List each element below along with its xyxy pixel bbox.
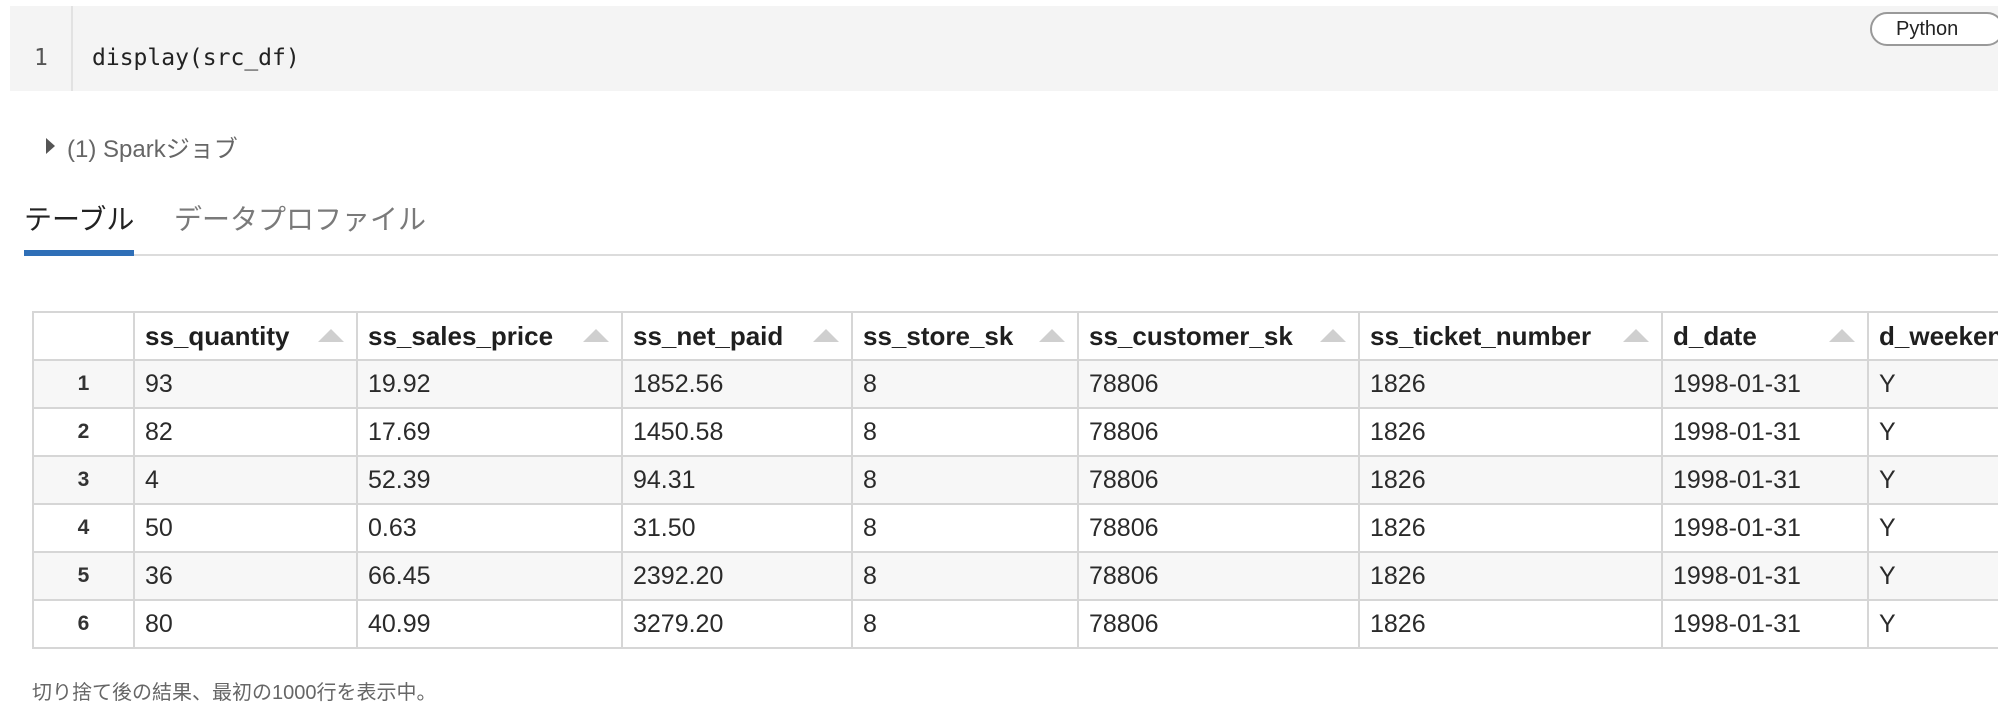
table-cell[interactable]: 1826	[1358, 455, 1663, 505]
column-header-label: ss_customer_sk	[1089, 320, 1293, 351]
table-cell[interactable]: 36	[133, 551, 358, 601]
results-table: ss_quantity ss_sales_price ss_net_paid s…	[32, 311, 1998, 649]
column-header[interactable]: ss_quantity	[133, 311, 358, 361]
table-cell[interactable]: 66.45	[356, 551, 623, 601]
table-cell[interactable]: 8	[851, 503, 1079, 553]
table-row[interactable]: 3 4 52.39 94.31 8 78806 1826 1998-01-31 Y	[32, 455, 1998, 505]
column-header[interactable]: ss_net_paid	[621, 311, 853, 361]
row-number: 1	[32, 359, 135, 409]
table-cell[interactable]: Y	[1867, 359, 1998, 409]
table-cell[interactable]: 19.92	[356, 359, 623, 409]
sort-asc-icon[interactable]	[1623, 329, 1649, 342]
table-cell[interactable]: 1998-01-31	[1661, 503, 1869, 553]
table-cell[interactable]: 1450.58	[621, 407, 853, 457]
column-header-label: ss_net_paid	[633, 320, 784, 351]
column-header[interactable]: ss_ticket_number	[1358, 311, 1663, 361]
table-cell[interactable]: 1826	[1358, 503, 1663, 553]
table-cell[interactable]: 78806	[1077, 407, 1360, 457]
column-header[interactable]: ss_store_sk	[851, 311, 1079, 361]
table-cell[interactable]: 31.50	[621, 503, 853, 553]
column-header-label: ss_store_sk	[863, 320, 1014, 351]
header-row: ss_quantity ss_sales_price ss_net_paid s…	[32, 311, 1998, 361]
result-tabs: テーブル データプロファイル	[24, 188, 1998, 256]
table-cell[interactable]: 8	[851, 407, 1079, 457]
row-number-header	[32, 311, 135, 361]
table-cell[interactable]: 78806	[1077, 359, 1360, 409]
sort-asc-icon[interactable]	[583, 329, 609, 342]
sort-asc-icon[interactable]	[318, 329, 344, 342]
code-editor-text[interactable]: display(src_df)	[92, 45, 300, 71]
table-cell[interactable]: 1826	[1358, 407, 1663, 457]
row-number: 2	[32, 407, 135, 457]
table-cell[interactable]: 82	[133, 407, 358, 457]
column-header-label: d_weekend	[1879, 320, 1998, 351]
row-number: 5	[32, 551, 135, 601]
table-cell[interactable]: 3279.20	[621, 599, 853, 649]
row-number: 3	[32, 455, 135, 505]
tab-table[interactable]: テーブル	[24, 198, 135, 256]
column-header-label: ss_ticket_number	[1370, 320, 1592, 351]
table-cell[interactable]: 1826	[1358, 599, 1663, 649]
column-header-label: ss_sales_price	[368, 320, 554, 351]
table-cell[interactable]: 78806	[1077, 551, 1360, 601]
column-header[interactable]: ss_sales_price	[356, 311, 623, 361]
table-cell[interactable]: 1826	[1358, 359, 1663, 409]
table-cell[interactable]: Y	[1867, 551, 1998, 601]
table-cell[interactable]: 1998-01-31	[1661, 407, 1869, 457]
table-cell[interactable]: 1998-01-31	[1661, 359, 1869, 409]
table-cell[interactable]: Y	[1867, 455, 1998, 505]
results-table-container[interactable]: ss_quantity ss_sales_price ss_net_paid s…	[32, 311, 1998, 663]
sort-asc-icon[interactable]	[1320, 329, 1346, 342]
table-cell[interactable]: 1998-01-31	[1661, 599, 1869, 649]
table-row[interactable]: 5 36 66.45 2392.20 8 78806 1826 1998-01-31 Y	[32, 551, 1998, 601]
table-cell[interactable]: 1852.56	[621, 359, 853, 409]
table-cell[interactable]: 0.63	[356, 503, 623, 553]
column-header[interactable]: d_weekend	[1867, 311, 1998, 361]
table-row[interactable]: 2 82 17.69 1450.58 8 78806 1826 1998-01-31 Y	[32, 407, 1998, 457]
table-cell[interactable]: 1998-01-31	[1661, 455, 1869, 505]
column-header-label: ss_quantity	[145, 320, 290, 351]
table-cell[interactable]: 17.69	[356, 407, 623, 457]
code-cell[interactable]: 1 display(src_df) Python	[10, 6, 1998, 91]
table-cell[interactable]: 93	[133, 359, 358, 409]
table-cell[interactable]: 8	[851, 359, 1079, 409]
column-header[interactable]: d_date	[1661, 311, 1869, 361]
column-header[interactable]: ss_customer_sk	[1077, 311, 1360, 361]
table-cell[interactable]: 8	[851, 599, 1079, 649]
spark-jobs-toggle[interactable]: (1) Sparkジョブ	[46, 130, 238, 163]
line-gutter: 1	[10, 6, 73, 91]
table-cell[interactable]: 4	[133, 455, 358, 505]
row-number: 4	[32, 503, 135, 553]
sort-asc-icon[interactable]	[1829, 329, 1855, 342]
table-cell[interactable]: Y	[1867, 599, 1998, 649]
spark-jobs-label: (1) Sparkジョブ	[67, 135, 238, 163]
column-header-label: d_date	[1673, 320, 1757, 351]
table-cell[interactable]: 78806	[1077, 455, 1360, 505]
sort-asc-icon[interactable]	[813, 329, 839, 342]
table-cell[interactable]: Y	[1867, 503, 1998, 553]
table-cell[interactable]: 40.99	[356, 599, 623, 649]
table-cell[interactable]: 8	[851, 551, 1079, 601]
table-cell[interactable]: 50	[133, 503, 358, 553]
table-cell[interactable]: 94.31	[621, 455, 853, 505]
table-cell[interactable]: 2392.20	[621, 551, 853, 601]
sort-asc-icon[interactable]	[1039, 329, 1065, 342]
table-cell[interactable]: 1826	[1358, 551, 1663, 601]
table-cell[interactable]: 8	[851, 455, 1079, 505]
table-cell[interactable]: 78806	[1077, 599, 1360, 649]
table-cell[interactable]: 80	[133, 599, 358, 649]
table-cell[interactable]: Y	[1867, 407, 1998, 457]
table-cell[interactable]: 78806	[1077, 503, 1360, 553]
table-row[interactable]: 4 50 0.63 31.50 8 78806 1826 1998-01-31 Y	[32, 503, 1998, 553]
table-row[interactable]: 1 93 19.92 1852.56 8 78806 1826 1998-01-31 Y	[32, 359, 1998, 409]
table-cell[interactable]: 1998-01-31	[1661, 551, 1869, 601]
table-cell[interactable]: 52.39	[356, 455, 623, 505]
tab-data-profile[interactable]: データプロファイル	[174, 198, 426, 252]
language-badge[interactable]: Python	[1870, 12, 1998, 46]
caret-right-icon	[46, 138, 55, 154]
truncation-note: 切り捨て後の結果、最初の1000行を表示中。	[32, 682, 437, 704]
row-number: 6	[32, 599, 135, 649]
line-number: 1	[34, 45, 48, 71]
table-row[interactable]: 6 80 40.99 3279.20 8 78806 1826 1998-01-31 Y	[32, 599, 1998, 649]
